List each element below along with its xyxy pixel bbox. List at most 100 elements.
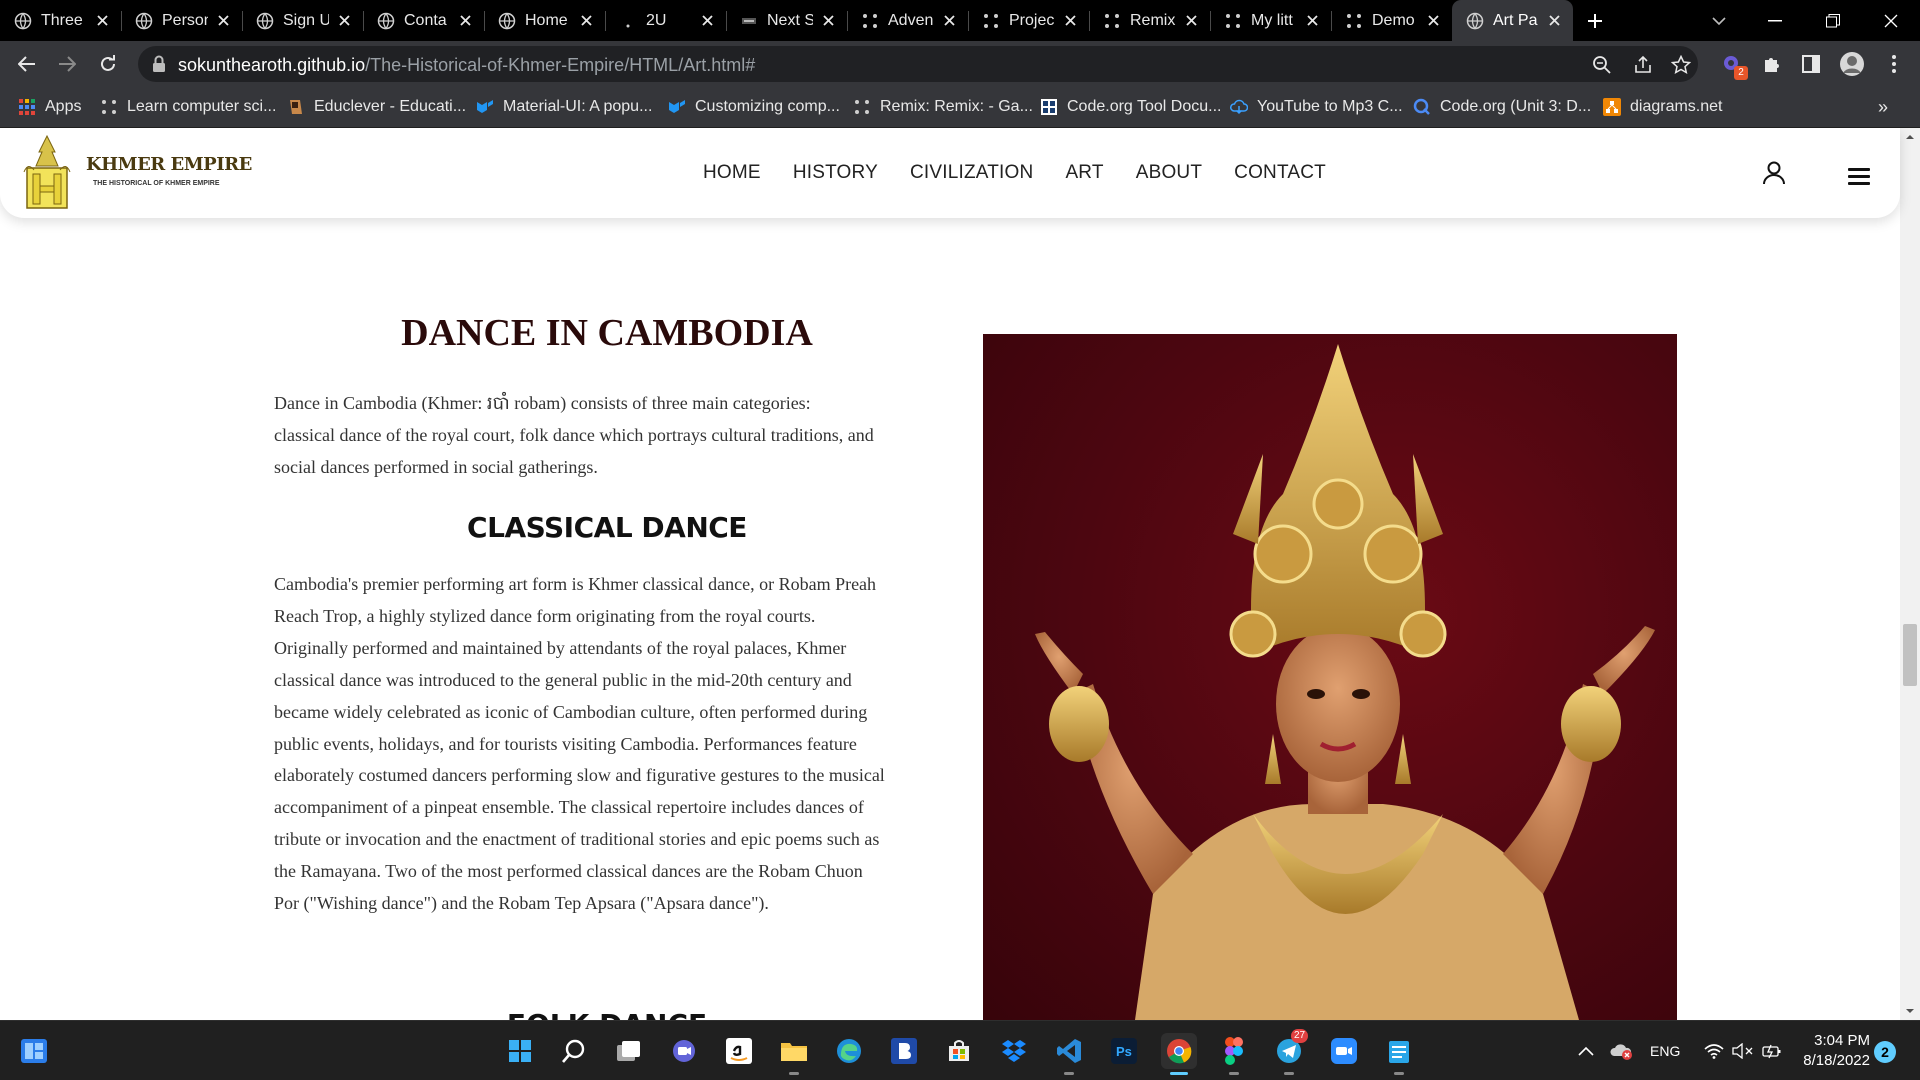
tab-close-icon[interactable] <box>577 12 595 30</box>
tab-close-icon[interactable] <box>1182 12 1200 30</box>
bookmark-item[interactable]: Code.org Tool Docu... <box>1040 87 1221 127</box>
nav-history[interactable]: HISTORY <box>793 162 878 184</box>
taskbar-app-zoom[interactable] <box>1326 1033 1362 1069</box>
profile-avatar-button[interactable] <box>1838 50 1866 78</box>
bookmark-item[interactable]: Code.org (Unit 3: D... <box>1413 87 1591 127</box>
khmer-empire-logo[interactable] <box>22 132 72 212</box>
user-account-icon[interactable] <box>1762 161 1786 185</box>
bookmarks-overflow-button[interactable]: » <box>1878 87 1888 127</box>
back-button[interactable] <box>12 49 42 79</box>
nav-about[interactable]: ABOUT <box>1136 162 1202 184</box>
scroll-up-arrow-icon[interactable] <box>1905 132 1915 142</box>
tab-close-icon[interactable] <box>1545 12 1563 30</box>
taskbar-app-file-explorer[interactable] <box>776 1033 812 1075</box>
taskbar-app-teams-chat[interactable] <box>666 1033 702 1069</box>
bookmark-item[interactable]: Material-UI: A popu... <box>476 87 652 127</box>
system-clock[interactable]: 3:04 PM 8/18/2022 <box>1790 1031 1870 1071</box>
folk-dance-heading: FOLK DANCE <box>274 1008 940 1020</box>
bookmark-item[interactable]: Apps <box>18 87 81 127</box>
browser-tab[interactable]: My litt <box>1210 0 1331 41</box>
extensions-menu-button[interactable] <box>1758 50 1786 78</box>
taskbar-app-search[interactable] <box>556 1033 592 1069</box>
nav-art[interactable]: ART <box>1065 162 1103 184</box>
browser-tab[interactable]: Home <box>484 0 605 41</box>
browser-tab[interactable]: Adven <box>847 0 968 41</box>
taskbar-app-windows-start[interactable] <box>502 1033 538 1069</box>
brand-name[interactable]: KHMER EMPIRE <box>86 154 252 175</box>
forward-button[interactable] <box>52 49 82 79</box>
taskbar-app-amazon[interactable] <box>721 1033 757 1069</box>
browser-tab[interactable]: Projec <box>968 0 1089 41</box>
window-controls <box>1746 0 1920 41</box>
reload-button[interactable] <box>93 49 123 79</box>
nav-home[interactable]: HOME <box>703 162 761 184</box>
tab-close-icon[interactable] <box>1061 12 1079 30</box>
plus-icon <box>1588 13 1602 28</box>
tab-close-icon[interactable] <box>456 12 474 30</box>
browser-tab[interactable]: Next S <box>726 0 847 41</box>
taskbar-app-chrome[interactable] <box>1161 1033 1197 1075</box>
taskbar-app-photoshop[interactable]: Ps <box>1106 1033 1142 1069</box>
browser-tab[interactable]: Sign Up <box>242 0 363 41</box>
scroll-down-arrow-icon[interactable] <box>1905 1006 1915 1016</box>
tab-close-icon[interactable] <box>1303 12 1321 30</box>
widgets-button[interactable] <box>16 1033 52 1069</box>
browser-tab[interactable]: Art Pa <box>1452 0 1573 41</box>
minimize-button[interactable] <box>1746 0 1804 41</box>
hamburger-menu-icon[interactable] <box>1848 168 1870 189</box>
extension-button[interactable]: 2 <box>1718 50 1748 80</box>
wifi-icon[interactable] <box>1704 1043 1724 1059</box>
bookmark-item[interactable]: YouTube to Mp3 C... <box>1230 87 1403 127</box>
classical-dance-heading: CLASSICAL DANCE <box>467 511 747 544</box>
tab-search-dropdown[interactable] <box>1706 8 1732 34</box>
language-indicator[interactable]: ENG <box>1650 1043 1680 1059</box>
zoom-lens-button[interactable] <box>1590 53 1614 77</box>
notification-badge[interactable]: 2 <box>1874 1041 1896 1063</box>
nav-contact[interactable]: CONTACT <box>1234 162 1326 184</box>
taskbar-app-figma[interactable] <box>1216 1033 1252 1075</box>
browser-menu-button[interactable] <box>1880 50 1908 78</box>
onedrive-error-icon[interactable] <box>1610 1042 1632 1060</box>
page-scrollbar[interactable] <box>1900 128 1920 1020</box>
browser-tab[interactable]: Remix <box>1089 0 1210 41</box>
volume-muted-icon[interactable] <box>1732 1043 1754 1059</box>
bookmark-label: Learn computer sci... <box>127 98 277 115</box>
taskbar-app-telegram[interactable]: 27 <box>1271 1029 1309 1075</box>
taskbar-app-dropbox[interactable] <box>996 1033 1032 1069</box>
bookmark-star-button[interactable] <box>1669 53 1693 77</box>
tab-close-icon[interactable] <box>819 12 837 30</box>
taskbar-app-task-view[interactable] <box>611 1033 647 1069</box>
close-window-button[interactable] <box>1862 0 1920 41</box>
browser-tab[interactable]: Three <box>0 0 121 41</box>
bookmark-item[interactable]: diagrams.net <box>1603 87 1723 127</box>
taskbar-app-edge[interactable] <box>831 1033 867 1069</box>
new-tab-button[interactable] <box>1573 0 1617 41</box>
tab-close-icon[interactable] <box>214 12 232 30</box>
taskbar-app-b-app[interactable] <box>886 1033 922 1069</box>
share-button[interactable] <box>1631 53 1655 77</box>
bookmark-item[interactable]: Remix: Remix: - Ga... <box>853 87 1033 127</box>
bookmark-item[interactable]: Customizing comp... <box>668 87 840 127</box>
tab-close-icon[interactable] <box>1424 12 1442 30</box>
lock-icon[interactable] <box>152 55 166 73</box>
browser-tab[interactable]: Conta <box>363 0 484 41</box>
taskbar-app-notepad[interactable] <box>1381 1033 1417 1075</box>
bookmark-item[interactable]: Learn computer sci... <box>100 87 276 127</box>
restore-button[interactable] <box>1804 0 1862 41</box>
browser-tab[interactable]: 2U <box>605 0 726 41</box>
browser-tab[interactable]: Demo <box>1331 0 1452 41</box>
side-panel-button[interactable] <box>1797 50 1825 78</box>
taskbar-app-vscode[interactable] <box>1051 1033 1087 1075</box>
browser-tab[interactable]: Person <box>121 0 242 41</box>
chevron-up-icon[interactable] <box>1578 1046 1594 1056</box>
tab-close-icon[interactable] <box>698 12 716 30</box>
scrollbar-thumb[interactable] <box>1903 624 1917 686</box>
bookmark-item[interactable]: Educlever - Educati... <box>287 87 466 127</box>
battery-charging-icon[interactable] <box>1762 1043 1782 1059</box>
nav-civilization[interactable]: CIVILIZATION <box>910 162 1033 184</box>
taskbar-app-store[interactable] <box>941 1033 977 1069</box>
tab-close-icon[interactable] <box>93 12 111 30</box>
address-bar[interactable]: sokunthearoth.github.io/The-Historical-o… <box>138 46 1698 82</box>
tab-close-icon[interactable] <box>940 12 958 30</box>
tab-close-icon[interactable] <box>335 12 353 30</box>
